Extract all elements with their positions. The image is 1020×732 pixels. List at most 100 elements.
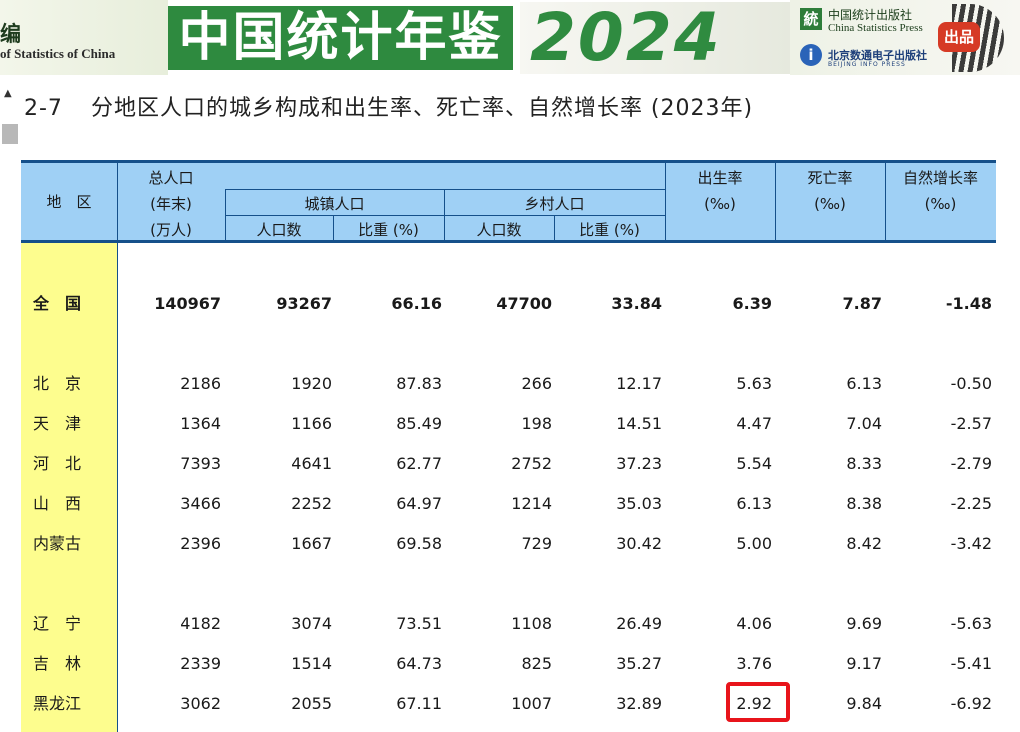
cell-rural-share: 37.23 — [616, 454, 662, 473]
beijing-info-press-icon: i — [800, 44, 822, 66]
table-row: 辽 宁 4182 3074 73.51 1108 26.49 4.06 9.69 -5.63 — [21, 604, 996, 644]
cell-urban-pop: 3074 — [291, 614, 332, 633]
cell-rural-pop: 1108 — [511, 614, 552, 633]
region-name: 内蒙古 — [33, 534, 82, 553]
cell-birth: 3.76 — [736, 654, 772, 673]
cell-urban-pop: 1514 — [291, 654, 332, 673]
region-name: 黑龙江 — [33, 694, 82, 713]
cell-death: 9.17 — [846, 654, 882, 673]
header-total-2: (年末) — [150, 195, 192, 213]
header-death-unit: (‰) — [814, 195, 846, 213]
region-name: 全 国 — [33, 294, 82, 313]
cell-natural: -2.57 — [950, 414, 992, 433]
cell-urban-share: 64.73 — [396, 654, 442, 673]
cell-natural: -5.41 — [950, 654, 992, 673]
cell-natural: -2.79 — [950, 454, 992, 473]
table-row: 河 北 7393 4641 62.77 2752 37.23 5.54 8.33 -2.79 — [21, 444, 996, 484]
cell-urban-share: 66.16 — [391, 294, 442, 313]
table-title: 2-7 分地区人口的城乡构成和出生率、死亡率、自然增长率 (2023年) — [24, 90, 753, 122]
press2-name-en: BEIJING INFO PRESS — [828, 61, 906, 68]
cell-rural-share: 32.89 — [616, 694, 662, 713]
cell-urban-pop: 4641 — [291, 454, 332, 473]
cell-birth: 4.47 — [736, 414, 772, 433]
table-row: 黑龙江 3062 2055 67.11 1007 32.89 2.92 9.84 -6.92 — [21, 684, 996, 724]
press-name-en: China Statistics Press — [828, 22, 923, 34]
cell-death: 8.38 — [846, 494, 882, 513]
header-natural-unit: (‰) — [924, 195, 957, 213]
cell-death: 9.69 — [846, 614, 882, 633]
cell-total: 140967 — [154, 294, 221, 313]
cell-rural-share: 26.49 — [616, 614, 662, 633]
header-natural: 自然增长率 — [902, 169, 978, 187]
cell-total: 2396 — [180, 534, 221, 553]
cell-birth: 5.00 — [736, 534, 772, 553]
cell-urban-share: 67.11 — [396, 694, 442, 713]
cell-urban-share: 69.58 — [396, 534, 442, 553]
cell-natural: -0.50 — [950, 374, 992, 393]
cell-total: 3062 — [180, 694, 221, 713]
cell-rural-pop: 198 — [521, 414, 552, 433]
cell-urban-share: 62.77 — [396, 454, 442, 473]
cell-urban-share: 87.83 — [396, 374, 442, 393]
cell-rural-share: 35.03 — [616, 494, 662, 513]
cell-natural: -5.63 — [950, 614, 992, 633]
cell-urban-share: 64.97 — [396, 494, 442, 513]
header-total-1: 总人口 — [148, 169, 194, 187]
publisher-logos: 統 中国统计出版社 China Statistics Press i 北京数通电… — [790, 0, 1020, 75]
header-rural-share: 比重 (%) — [579, 221, 640, 239]
table-row: 山 西 3466 2252 64.97 1214 35.03 6.13 8.38 -2.25 — [21, 484, 996, 524]
cell-death: 6.13 — [846, 374, 882, 393]
produced-stamp: 出品 — [938, 22, 980, 52]
header-total-3: (万人) — [150, 221, 192, 239]
header-death: 死亡率 — [807, 169, 853, 187]
table-row: 全 国 140967 93267 66.16 47700 33.84 6.39 7.87 -1.… — [21, 284, 996, 324]
region-name: 天 津 — [33, 414, 82, 433]
cell-urban-share: 85.49 — [396, 414, 442, 433]
cell-total: 3466 — [180, 494, 221, 513]
cell-rural-pop: 825 — [521, 654, 552, 673]
region-name: 河 北 — [33, 454, 82, 473]
cell-birth: 6.13 — [736, 494, 772, 513]
cell-death: 8.33 — [846, 454, 882, 473]
table-row: 内蒙古 2396 1667 69.58 729 30.42 5.00 8.42 -3.42 — [21, 524, 996, 564]
cell-birth: 6.39 — [732, 294, 772, 313]
china-statistics-press-icon: 統 — [800, 8, 822, 30]
scroll-up-arrow-icon[interactable]: ▲ — [4, 88, 14, 100]
header-region: 地 区 — [46, 193, 92, 211]
banner-left-cn-text: 编 — [0, 22, 21, 46]
table-row: 吉 林 2339 1514 64.73 825 35.27 3.76 9.17 -5.41 — [21, 644, 996, 684]
cell-total: 7393 — [180, 454, 221, 473]
cell-urban-pop: 93267 — [276, 294, 332, 313]
cell-birth: 4.06 — [736, 614, 772, 633]
banner-title: 中国统计年鉴 — [178, 8, 503, 68]
header-rural: 乡村人口 — [524, 195, 585, 213]
table-title-text: 分地区人口的城乡构成和出生率、死亡率、自然增长率 (2023年) — [90, 96, 754, 121]
cell-rural-pop: 1214 — [511, 494, 552, 513]
region-name: 辽 宁 — [33, 614, 82, 633]
press-name-cn: 中国统计出版社 — [828, 8, 913, 22]
cell-birth: 5.63 — [736, 374, 772, 393]
yearbook-banner: 编 of Statistics of China 中国统计年鉴 2024 統 中… — [0, 0, 1020, 78]
cell-rural-pop: 729 — [521, 534, 552, 553]
cell-death: 7.87 — [842, 294, 882, 313]
cell-birth: 5.54 — [736, 454, 772, 473]
cell-urban-pop: 2252 — [291, 494, 332, 513]
cell-death: 7.04 — [846, 414, 882, 433]
cell-natural: -6.92 — [950, 694, 992, 713]
cell-total: 2339 — [180, 654, 221, 673]
cell-urban-pop: 1166 — [291, 414, 332, 433]
cell-natural: -3.42 — [950, 534, 992, 553]
region-name: 山 西 — [33, 494, 82, 513]
cell-rural-share: 33.84 — [611, 294, 662, 313]
cell-total: 4182 — [180, 614, 221, 633]
population-table: 地 区 总人口 (年末) (万人) 城镇人口 乡村人口 人口数 比重 (%) 人… — [21, 160, 996, 732]
cell-rural-pop: 266 — [521, 374, 552, 393]
region-name: 吉 林 — [33, 654, 82, 673]
cell-rural-share: 35.27 — [616, 654, 662, 673]
banner-year: 2024 — [530, 0, 722, 76]
scrollbar-thumb[interactable] — [2, 124, 18, 144]
cell-urban-pop: 1920 — [291, 374, 332, 393]
cell-death: 8.42 — [846, 534, 882, 553]
cell-rural-share: 14.51 — [616, 414, 662, 433]
banner-left-panel: 编 of Statistics of China — [0, 0, 168, 75]
